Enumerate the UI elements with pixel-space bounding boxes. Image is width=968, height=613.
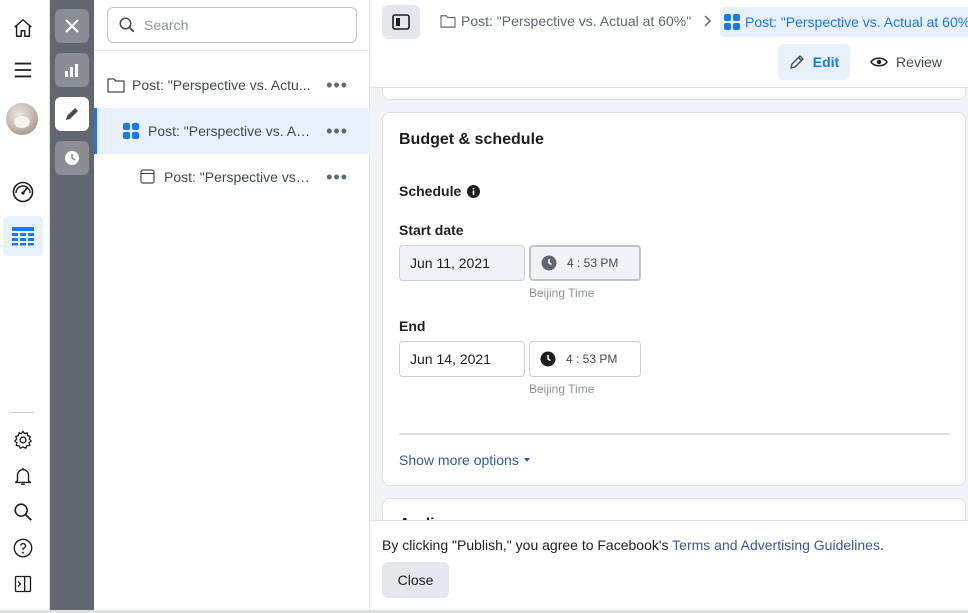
search-icon[interactable]	[3, 492, 43, 532]
schedule-text: Schedule	[399, 183, 462, 199]
search-icon	[118, 16, 136, 34]
more-options-button[interactable]: •••	[326, 121, 348, 142]
divider	[399, 433, 950, 435]
clock-icon[interactable]	[55, 141, 89, 175]
grid-icon	[724, 14, 740, 30]
editor-header: Post: "Perspective vs. Actual at 60%" Po…	[370, 0, 968, 88]
menu-icon[interactable]	[3, 50, 43, 90]
info-icon[interactable]	[467, 184, 481, 198]
chevron-right-icon	[703, 13, 713, 29]
panel-toggle-button[interactable]	[382, 5, 420, 39]
gear-icon[interactable]	[3, 420, 43, 460]
review-button[interactable]: Review	[862, 44, 950, 80]
terms-text: By clicking "Publish," you agree to Face…	[382, 537, 673, 553]
end-label: End	[399, 318, 426, 334]
budget-schedule-card: Budget & schedule Schedule Start date Ju…	[382, 112, 966, 486]
publish-footer: By clicking "Publish," you agree to Face…	[370, 520, 968, 613]
pencil-icon[interactable]	[55, 97, 89, 131]
close-button[interactable]: Close	[382, 562, 449, 598]
bell-icon[interactable]	[3, 456, 43, 496]
terms-suffix: .	[879, 537, 884, 553]
clock-icon	[541, 255, 567, 271]
eye-icon	[870, 57, 888, 67]
start-date-field[interactable]: Jun 11, 2021	[399, 245, 525, 281]
start-time-field[interactable]: 4 : 53 PM	[529, 245, 641, 281]
search-input[interactable]	[144, 17, 344, 33]
tree-item-label: Post: "Perspective vs. ...	[164, 169, 312, 185]
avatar[interactable]	[6, 103, 38, 135]
timezone-label: Beijing Time	[529, 382, 595, 396]
table-icon[interactable]	[3, 216, 43, 256]
tree-item-campaign[interactable]: Post: "Perspective vs. Actu... •••	[94, 62, 370, 108]
folder-icon	[440, 14, 456, 28]
help-icon[interactable]	[3, 528, 43, 568]
global-nav	[0, 0, 50, 613]
clock-icon	[540, 351, 566, 367]
close-icon[interactable]	[55, 9, 89, 43]
bar-chart-icon[interactable]	[55, 53, 89, 87]
tool-strip	[50, 0, 94, 613]
edit-label: Edit	[812, 54, 840, 70]
show-more-options-link[interactable]: Show more options	[399, 452, 530, 468]
editor-main: Budget & schedule Schedule Start date Ju…	[370, 0, 968, 613]
breadcrumb-adset[interactable]: Post: "Perspective vs. Actual at 60%"	[720, 7, 968, 37]
tree-item-ad[interactable]: Post: "Perspective vs. ... •••	[94, 154, 370, 200]
campaign-tree-panel: Post: "Perspective vs. Actu... ••• Post:…	[94, 0, 370, 613]
end-date-field[interactable]: Jun 14, 2021	[399, 341, 525, 377]
search-field[interactable]	[107, 7, 357, 43]
terms-link[interactable]: Terms and Advertising Guidelines	[672, 537, 880, 553]
nav-divider	[10, 412, 34, 413]
breadcrumb-campaign[interactable]: Post: "Perspective vs. Actual at 60%"	[440, 13, 691, 29]
review-label: Review	[896, 54, 942, 70]
breadcrumb-label: Post: "Perspective vs. Actual at 60%"	[745, 14, 968, 30]
dashboard-icon[interactable]	[3, 172, 43, 212]
start-date-label: Start date	[399, 222, 464, 238]
ad-icon	[140, 169, 155, 184]
section-title: Budget & schedule	[399, 131, 544, 148]
grid-icon	[123, 123, 139, 139]
edit-button[interactable]: Edit	[778, 44, 850, 80]
end-time-field[interactable]: 4 : 53 PM	[529, 341, 641, 377]
more-options-button[interactable]: •••	[326, 167, 348, 188]
divider	[94, 50, 370, 51]
show-more-options-text: Show more options	[399, 452, 519, 468]
breadcrumb-label: Post: "Perspective vs. Actual at 60%"	[461, 13, 692, 29]
folder-icon	[107, 77, 125, 93]
sidebar-toggle-icon[interactable]	[3, 564, 43, 604]
start-time-value: 4 : 53 PM	[567, 256, 619, 270]
end-time-value: 4 : 53 PM	[566, 352, 618, 366]
tree-item-adset[interactable]: Post: "Perspective vs. Ac... •••	[94, 108, 370, 154]
home-icon[interactable]	[3, 8, 43, 48]
tree-item-label: Post: "Perspective vs. Ac...	[148, 123, 313, 139]
tree-item-label: Post: "Perspective vs. Actu...	[132, 77, 311, 93]
timezone-label: Beijing Time	[529, 286, 595, 300]
terms-notice: By clicking "Publish," you agree to Face…	[382, 537, 884, 553]
pencil-icon	[790, 55, 804, 69]
schedule-label: Schedule	[399, 183, 481, 199]
caret-down-icon	[523, 458, 530, 462]
more-options-button[interactable]: •••	[326, 75, 348, 96]
